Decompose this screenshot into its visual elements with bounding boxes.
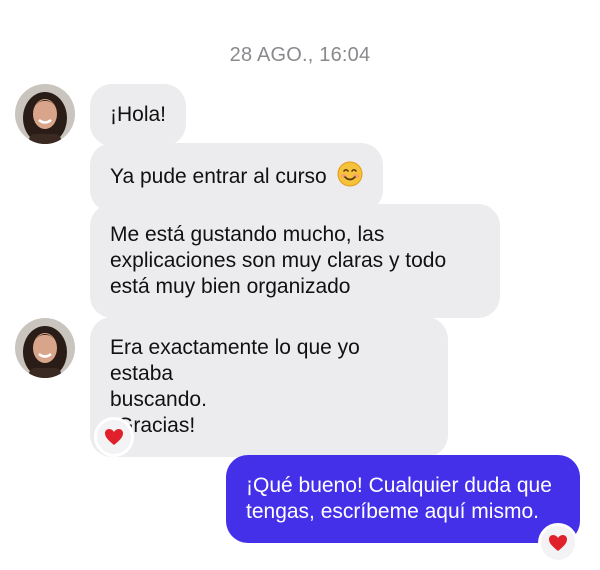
avatar-photo-icon xyxy=(15,84,75,144)
message-reaction[interactable] xyxy=(538,523,578,563)
message-text: Era exactamente lo que yo estaba buscand… xyxy=(110,336,360,437)
contact-avatar[interactable] xyxy=(15,318,75,378)
heart-icon xyxy=(549,535,567,551)
incoming-message-bubble[interactable]: Ya pude entrar al curso xyxy=(90,143,383,212)
message-reaction[interactable] xyxy=(94,417,134,457)
smiling-face-emoji-icon xyxy=(337,161,363,194)
contact-avatar[interactable] xyxy=(15,84,75,144)
incoming-message-bubble[interactable]: Era exactamente lo que yo estaba buscand… xyxy=(90,317,448,457)
message-text: ¡Hola! xyxy=(110,103,167,126)
chat-thread: 28 AGO., 16:04 ¡Hola! Ya pude entrar al … xyxy=(0,0,600,570)
message-text: Me está gustando mucho, las explicacione… xyxy=(110,223,447,298)
avatar-photo-icon xyxy=(15,318,75,378)
message-timestamp: 28 AGO., 16:04 xyxy=(229,44,371,66)
outgoing-message-bubble[interactable]: ¡Qué bueno! Cualquier duda que tengas, e… xyxy=(226,455,580,543)
heart-icon xyxy=(105,429,123,445)
message-text: ¡Qué bueno! Cualquier duda que tengas, e… xyxy=(246,474,552,523)
incoming-message-bubble[interactable]: ¡Hola! xyxy=(90,84,187,146)
message-text: Ya pude entrar al curso xyxy=(110,165,327,188)
incoming-message-bubble[interactable]: Me está gustando mucho, las explicacione… xyxy=(90,204,500,318)
